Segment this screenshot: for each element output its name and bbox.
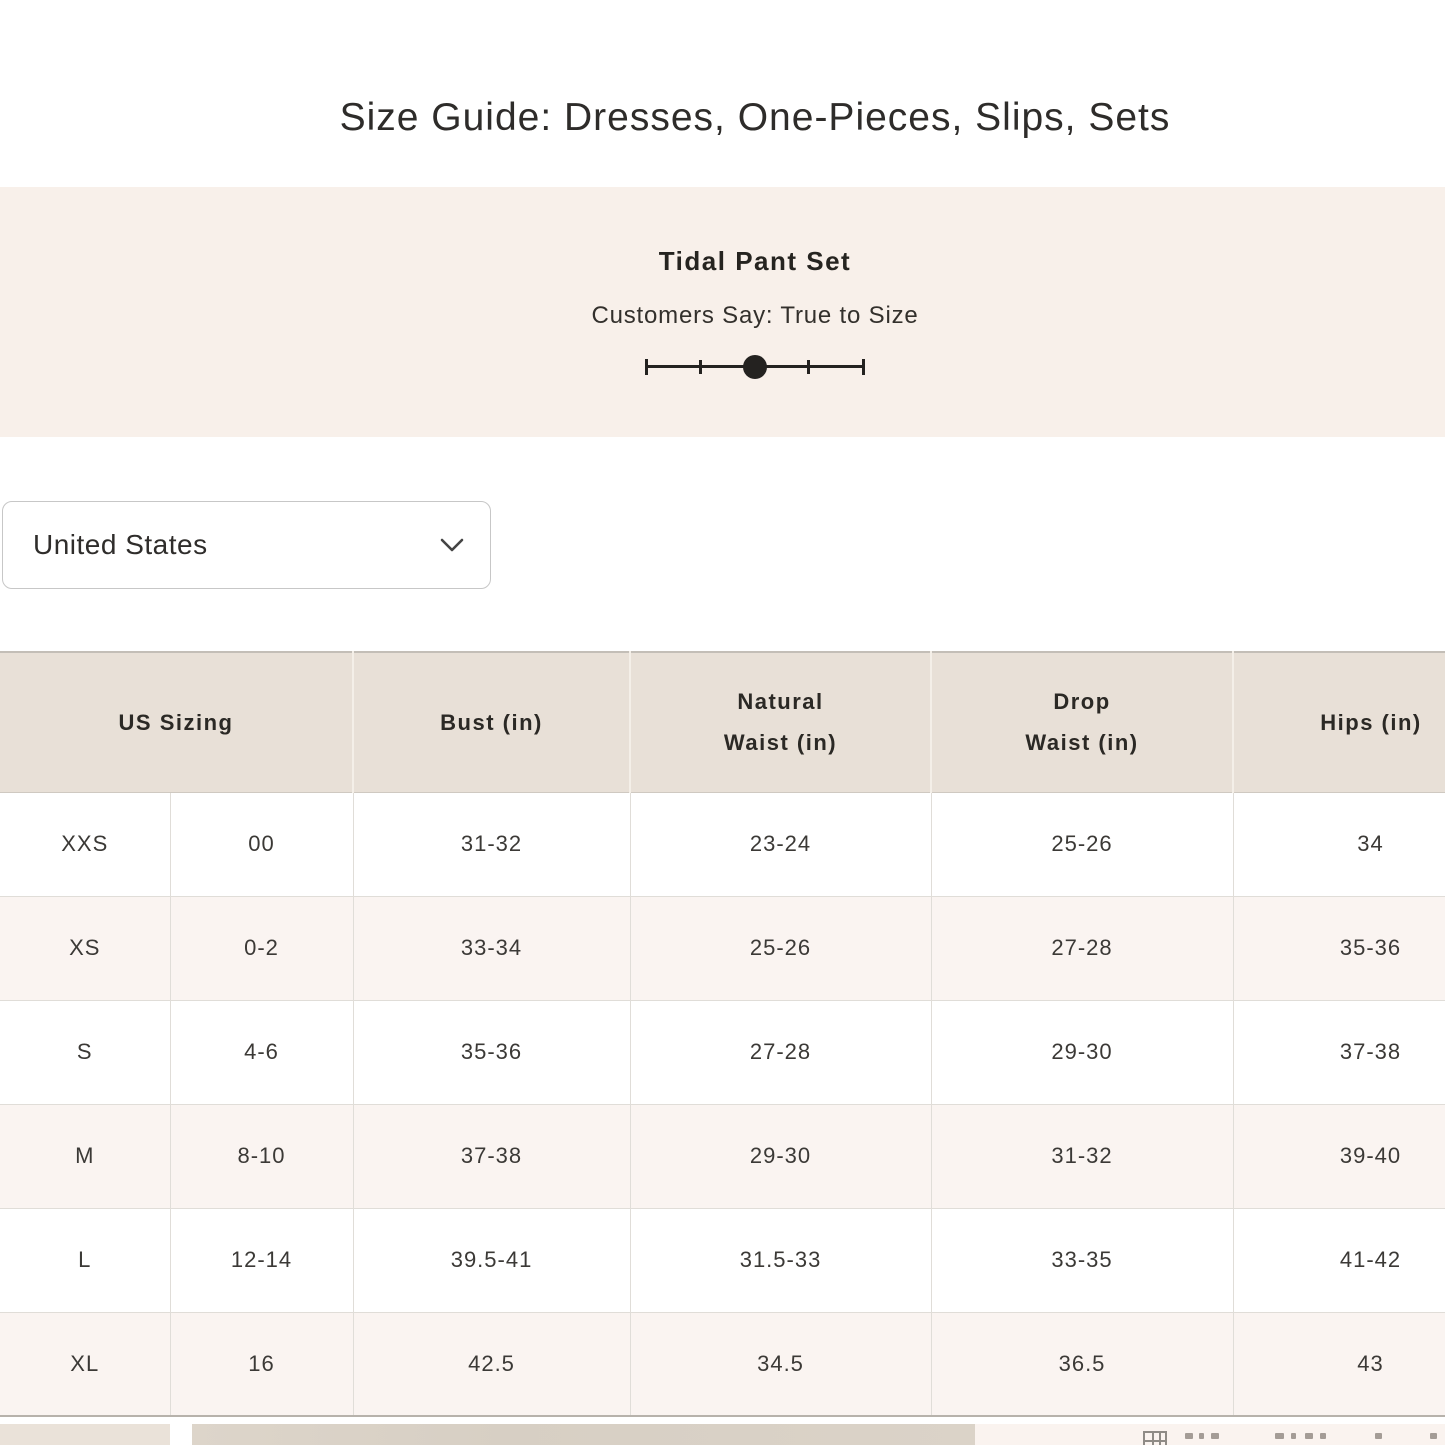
page-title: Size Guide: Dresses, One-Pieces, Slips, …: [0, 0, 1445, 140]
size-label-cell: XS: [0, 896, 170, 1000]
us-size-cell: 8-10: [170, 1104, 353, 1208]
country-select-value: United States: [33, 529, 208, 561]
size-label-cell: L: [0, 1208, 170, 1312]
table-row-xxs: XXS 00 31-32 23-24 25-26 34: [0, 792, 1445, 896]
us-size-cell: 16: [170, 1312, 353, 1416]
us-size-cell: 00: [170, 792, 353, 896]
scale-tick: [807, 360, 810, 374]
size-label-cell: XL: [0, 1312, 170, 1416]
col-header-hips: Hips (in): [1233, 652, 1445, 792]
table-row-xl: XL 16 42.5 34.5 36.5 43: [0, 1312, 1445, 1416]
product-image-partial: [192, 1424, 975, 1445]
drop-waist-cell: 27-28: [931, 896, 1233, 1000]
col-header-bust: Bust (in): [353, 652, 630, 792]
footer-note-partial: [975, 1424, 1445, 1445]
clipped-text-fragment: [1275, 1433, 1284, 1439]
product-name: Tidal Pant Set: [0, 187, 1445, 277]
scale-tick: [699, 360, 702, 374]
grid-icon: [1143, 1431, 1167, 1445]
bust-cell: 39.5-41: [353, 1208, 630, 1312]
size-label-cell: XXS: [0, 792, 170, 896]
clipped-text-fragment: [1291, 1433, 1296, 1439]
size-table-wrap: US Sizing Bust (in) NaturalWaist (in) Dr…: [0, 651, 1445, 1417]
bust-cell: 42.5: [353, 1312, 630, 1416]
table-header-row: US Sizing Bust (in) NaturalWaist (in) Dr…: [0, 652, 1445, 792]
us-size-cell: 0-2: [170, 896, 353, 1000]
col-header-drop-waist: DropWaist (in): [931, 652, 1233, 792]
clipped-text-fragment: [1305, 1433, 1313, 1439]
hips-cell: 39-40: [1233, 1104, 1445, 1208]
size-table: US Sizing Bust (in) NaturalWaist (in) Dr…: [0, 651, 1445, 1417]
clipped-text-fragment: [1375, 1433, 1382, 1439]
us-size-cell: 4-6: [170, 1000, 353, 1104]
drop-waist-cell: 29-30: [931, 1000, 1233, 1104]
country-select[interactable]: United States: [2, 501, 491, 589]
drop-waist-cell: 33-35: [931, 1208, 1233, 1312]
drop-waist-cell: 25-26: [931, 792, 1233, 896]
size-guide-page: Size Guide: Dresses, One-Pieces, Slips, …: [0, 0, 1445, 1445]
clipped-text-fragment: [1199, 1433, 1204, 1439]
table-row-m: M 8-10 37-38 29-30 31-32 39-40: [0, 1104, 1445, 1208]
scale-tick: [862, 359, 865, 375]
natural-waist-cell: 27-28: [630, 1000, 931, 1104]
fit-summary-label: Customers Say: True to Size: [0, 302, 1445, 330]
size-label-cell: M: [0, 1104, 170, 1208]
scale-dot-true-to-size: [743, 355, 767, 379]
bust-cell: 31-32: [353, 792, 630, 896]
hips-cell: 34: [1233, 792, 1445, 896]
clipped-text-fragment: [1185, 1433, 1193, 1439]
drop-waist-cell: 36.5: [931, 1312, 1233, 1416]
hips-cell: 37-38: [1233, 1000, 1445, 1104]
bust-cell: 33-34: [353, 896, 630, 1000]
col-header-us-sizing: US Sizing: [0, 652, 353, 792]
col-header-natural-waist: NaturalWaist (in): [630, 652, 931, 792]
size-label-cell: S: [0, 1000, 170, 1104]
bust-cell: 37-38: [353, 1104, 630, 1208]
fit-banner: Tidal Pant Set Customers Say: True to Si…: [0, 187, 1445, 437]
scale-tick: [645, 359, 648, 375]
table-row-s: S 4-6 35-36 27-28 29-30 37-38: [0, 1000, 1445, 1104]
us-size-cell: 12-14: [170, 1208, 353, 1312]
product-thumbnail-partial: [0, 1424, 170, 1445]
chevron-down-icon: [440, 537, 464, 553]
natural-waist-cell: 29-30: [630, 1104, 931, 1208]
clipped-text-fragment: [1211, 1433, 1219, 1439]
natural-waist-cell: 31.5-33: [630, 1208, 931, 1312]
natural-waist-cell: 23-24: [630, 792, 931, 896]
drop-waist-cell: 31-32: [931, 1104, 1233, 1208]
table-row-l: L 12-14 39.5-41 31.5-33 33-35 41-42: [0, 1208, 1445, 1312]
clipped-text-fragment: [1320, 1433, 1326, 1439]
natural-waist-cell: 34.5: [630, 1312, 931, 1416]
clipped-text-fragment: [1430, 1433, 1437, 1439]
hips-cell: 41-42: [1233, 1208, 1445, 1312]
natural-waist-cell: 25-26: [630, 896, 931, 1000]
hips-cell: 35-36: [1233, 896, 1445, 1000]
fit-scale: [645, 354, 865, 380]
clipped-footer-strip: [0, 1424, 1445, 1445]
hips-cell: 43: [1233, 1312, 1445, 1416]
bust-cell: 35-36: [353, 1000, 630, 1104]
table-row-xs: XS 0-2 33-34 25-26 27-28 35-36: [0, 896, 1445, 1000]
